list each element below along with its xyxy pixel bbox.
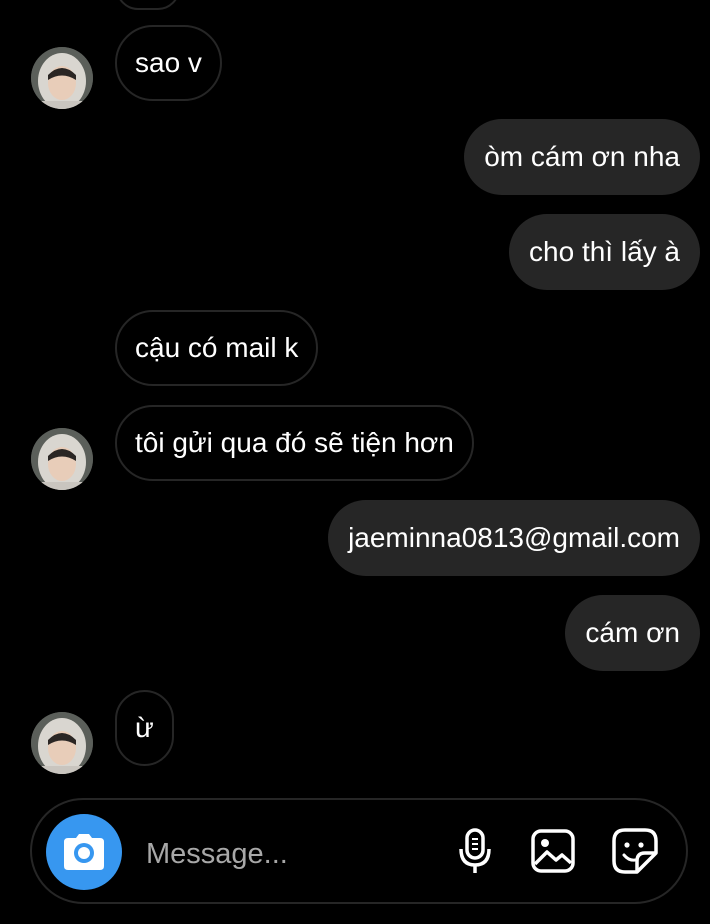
sender-avatar[interactable] bbox=[31, 712, 93, 774]
previous-message-bubble[interactable] bbox=[116, 0, 180, 10]
message-text: cậu có mail k bbox=[135, 332, 299, 363]
sticker-icon[interactable] bbox=[610, 826, 660, 876]
message-bubble[interactable]: jaeminna0813@gmail.com bbox=[328, 500, 700, 576]
camera-button[interactable] bbox=[46, 814, 122, 890]
message-text: cho thì lấy à bbox=[529, 236, 680, 267]
message-bubble[interactable]: ừ bbox=[115, 690, 174, 766]
message-text: ừ bbox=[135, 712, 154, 743]
message-text: tôi gửi qua đó sẽ tiện hơn bbox=[135, 427, 454, 458]
message-bubble[interactable]: tôi gửi qua đó sẽ tiện hơn bbox=[115, 405, 474, 481]
message-text: jaeminna0813@gmail.com bbox=[348, 522, 680, 553]
sender-avatar[interactable] bbox=[31, 428, 93, 490]
gallery-icon[interactable] bbox=[528, 826, 578, 876]
message-text: cám ơn bbox=[585, 617, 680, 648]
message-text: òm cám ơn nha bbox=[484, 141, 680, 172]
message-bubble[interactable]: sao v bbox=[115, 25, 222, 101]
sender-avatar[interactable] bbox=[31, 47, 93, 109]
microphone-icon[interactable] bbox=[450, 826, 500, 876]
message-bubble[interactable]: òm cám ơn nha bbox=[464, 119, 700, 195]
camera-icon bbox=[64, 834, 104, 870]
message-bubble[interactable]: cậu có mail k bbox=[115, 310, 319, 386]
message-bubble[interactable]: cám ơn bbox=[565, 595, 700, 671]
message-input[interactable] bbox=[144, 828, 428, 880]
message-composer bbox=[30, 798, 688, 904]
message-bubble[interactable]: cho thì lấy à bbox=[509, 214, 700, 290]
message-text: sao v bbox=[135, 47, 202, 78]
